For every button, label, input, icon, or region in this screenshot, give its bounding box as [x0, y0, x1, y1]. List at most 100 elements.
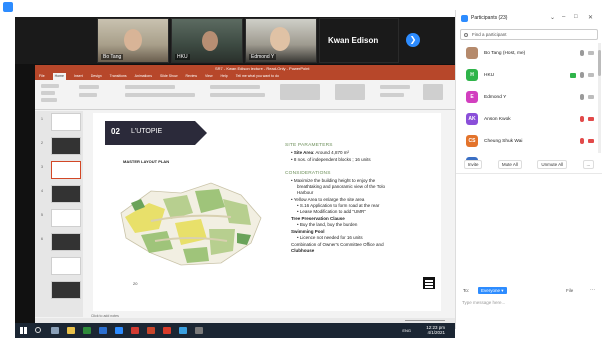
slide-thumbnail[interactable] — [51, 185, 81, 203]
tab-review[interactable]: Review — [186, 73, 197, 80]
slide-thumbnail[interactable] — [51, 281, 81, 299]
ribbon-button[interactable] — [41, 84, 59, 88]
chat-file-button[interactable]: File — [566, 288, 573, 293]
ribbon-button[interactable] — [41, 98, 57, 102]
active-speaker-tile[interactable]: Kwan Edison — [319, 18, 399, 63]
slide-thumbnail-selected[interactable] — [51, 161, 81, 179]
ribbon-button[interactable] — [41, 91, 55, 95]
slide-thumbnail[interactable] — [51, 137, 81, 155]
slide-thumbnail[interactable] — [51, 113, 81, 131]
chat-recipient-select[interactable]: Everyone ▾ — [478, 287, 507, 294]
powerpoint-taskbar-icon[interactable] — [147, 327, 155, 334]
camera-off-icon[interactable] — [588, 117, 594, 121]
slide-canvas[interactable]: 02 L'UTOPIE MASTER LAYOUT PLAN 20 SITE P… — [93, 113, 441, 311]
microphone-icon[interactable] — [580, 72, 584, 78]
slide-title-banner: 02 L'UTOPIE — [105, 121, 207, 145]
task-view-icon[interactable] — [51, 327, 59, 334]
close-icon[interactable]: ✕ — [588, 14, 593, 21]
system-clock[interactable]: 12:23 pm 4/1/2021 — [426, 325, 445, 335]
video-tile[interactable]: Bo Tang — [97, 18, 169, 63]
settings-icon[interactable] — [195, 327, 203, 334]
font-format-buttons[interactable] — [125, 93, 195, 97]
outlook-icon[interactable] — [99, 327, 107, 334]
participant-row[interactable]: H HKU — [456, 65, 602, 87]
paragraph-buttons[interactable] — [210, 93, 265, 97]
video-tile[interactable]: HKU — [171, 18, 243, 63]
paragraph-buttons[interactable] — [210, 85, 260, 89]
consideration-line: Clubhouse — [291, 248, 315, 253]
font-selector[interactable] — [125, 85, 175, 89]
tab-slide-show[interactable]: Slide Show — [160, 73, 178, 80]
minimize-icon[interactable]: – — [562, 14, 565, 20]
participant-name: Bo Tang (Host, me) — [484, 51, 526, 56]
camera-off-icon[interactable] — [588, 139, 594, 143]
zoom-slider[interactable] — [405, 320, 445, 321]
tab-design[interactable]: Design — [91, 73, 102, 80]
unmute-all-button[interactable]: Unmute All — [537, 160, 568, 169]
windows-start-icon[interactable] — [20, 327, 27, 334]
more-options-button[interactable]: ... — [582, 160, 595, 169]
avatar: CS — [466, 135, 478, 147]
arrange-button[interactable] — [335, 84, 365, 100]
maximize-icon[interactable]: □ — [574, 14, 578, 20]
participant-row[interactable]: CS Cheung Shuk Wai — [456, 131, 602, 153]
chat-to-label: To: — [463, 288, 470, 293]
slide-thumbnail[interactable] — [51, 233, 81, 251]
master-layout-map — [120, 182, 262, 266]
replace-button[interactable] — [380, 93, 404, 97]
ppt-ribbon — [35, 80, 455, 110]
microphone-icon[interactable] — [580, 50, 584, 56]
zoom-taskbar-icon[interactable] — [179, 327, 187, 334]
microphone-icon[interactable] — [580, 94, 584, 100]
slide-number: 02 — [111, 127, 120, 136]
tab-view[interactable]: View — [205, 73, 213, 80]
camera-icon[interactable] — [588, 51, 594, 55]
participant-row[interactable]: E Edmond Y — [456, 87, 602, 109]
slide-thumbnail[interactable] — [51, 209, 81, 227]
chrome-icon[interactable] — [131, 327, 139, 334]
tab-transitions[interactable]: Transitions — [110, 73, 127, 80]
zoom-icon — [461, 14, 468, 22]
participant-row[interactable]: Bo Tang (Host, me) — [456, 43, 602, 65]
invite-button[interactable]: Invite — [463, 160, 483, 169]
chevron-down-icon[interactable]: ⌄ — [550, 14, 555, 21]
tab-home[interactable]: Home — [52, 73, 66, 80]
dictate-button[interactable] — [423, 84, 443, 100]
input-language[interactable]: ENG — [402, 328, 411, 333]
chat-message-input[interactable]: Type message here... — [462, 300, 505, 305]
participant-row[interactable]: AK Anson Kwok — [456, 109, 602, 131]
site-area-value: : Around 4,870 m² — [313, 150, 349, 155]
tell-me-search[interactable]: Tell me what you want to do — [236, 73, 279, 80]
search-icon[interactable] — [35, 327, 41, 333]
tab-file[interactable]: File — [39, 73, 45, 80]
excel-icon[interactable] — [83, 327, 91, 334]
video-tile[interactable]: Edmond Y — [245, 18, 317, 63]
consideration-sub-line: Lease Modification to add "UMR" — [297, 209, 366, 215]
consideration-sub-line: Buy the land, buy the burden — [297, 222, 358, 228]
mute-all-button[interactable]: Mute All — [497, 160, 522, 169]
tab-insert[interactable]: Insert — [74, 73, 83, 80]
acrobat-icon[interactable] — [163, 327, 171, 334]
ribbon-button[interactable] — [79, 93, 97, 97]
microphone-muted-icon[interactable] — [580, 138, 584, 144]
camera-icon[interactable] — [588, 73, 594, 77]
zoom-app-icon[interactable] — [3, 2, 13, 12]
ribbon-button[interactable] — [79, 85, 99, 89]
tab-help[interactable]: Help — [221, 73, 228, 80]
scrollbar-thumb[interactable] — [598, 50, 601, 76]
ppt-titlebar: SR7 - Kwan Edison lecture - Read-Only - … — [35, 65, 455, 73]
microphone-muted-icon[interactable] — [580, 116, 584, 122]
chat-more-button[interactable]: ··· — [590, 287, 595, 293]
drawing-shapes[interactable] — [280, 84, 320, 100]
find-participant-input[interactable]: Find a participant — [460, 29, 598, 40]
word-icon[interactable] — [115, 327, 123, 334]
file-explorer-icon[interactable] — [67, 327, 75, 334]
find-button[interactable] — [380, 85, 410, 89]
tab-animations[interactable]: Animations — [135, 73, 152, 80]
gallery-next-button[interactable]: ❯ — [406, 33, 420, 47]
participant-face — [202, 31, 218, 51]
shared-screen: Bo Tang HKU Edmond Y Kwan Edison ❯ SR7 -… — [15, 17, 455, 323]
participant-actions: Invite Mute All Unmute All ... — [456, 156, 602, 174]
camera-icon[interactable] — [588, 95, 594, 99]
slide-thumbnail[interactable] — [51, 257, 81, 275]
